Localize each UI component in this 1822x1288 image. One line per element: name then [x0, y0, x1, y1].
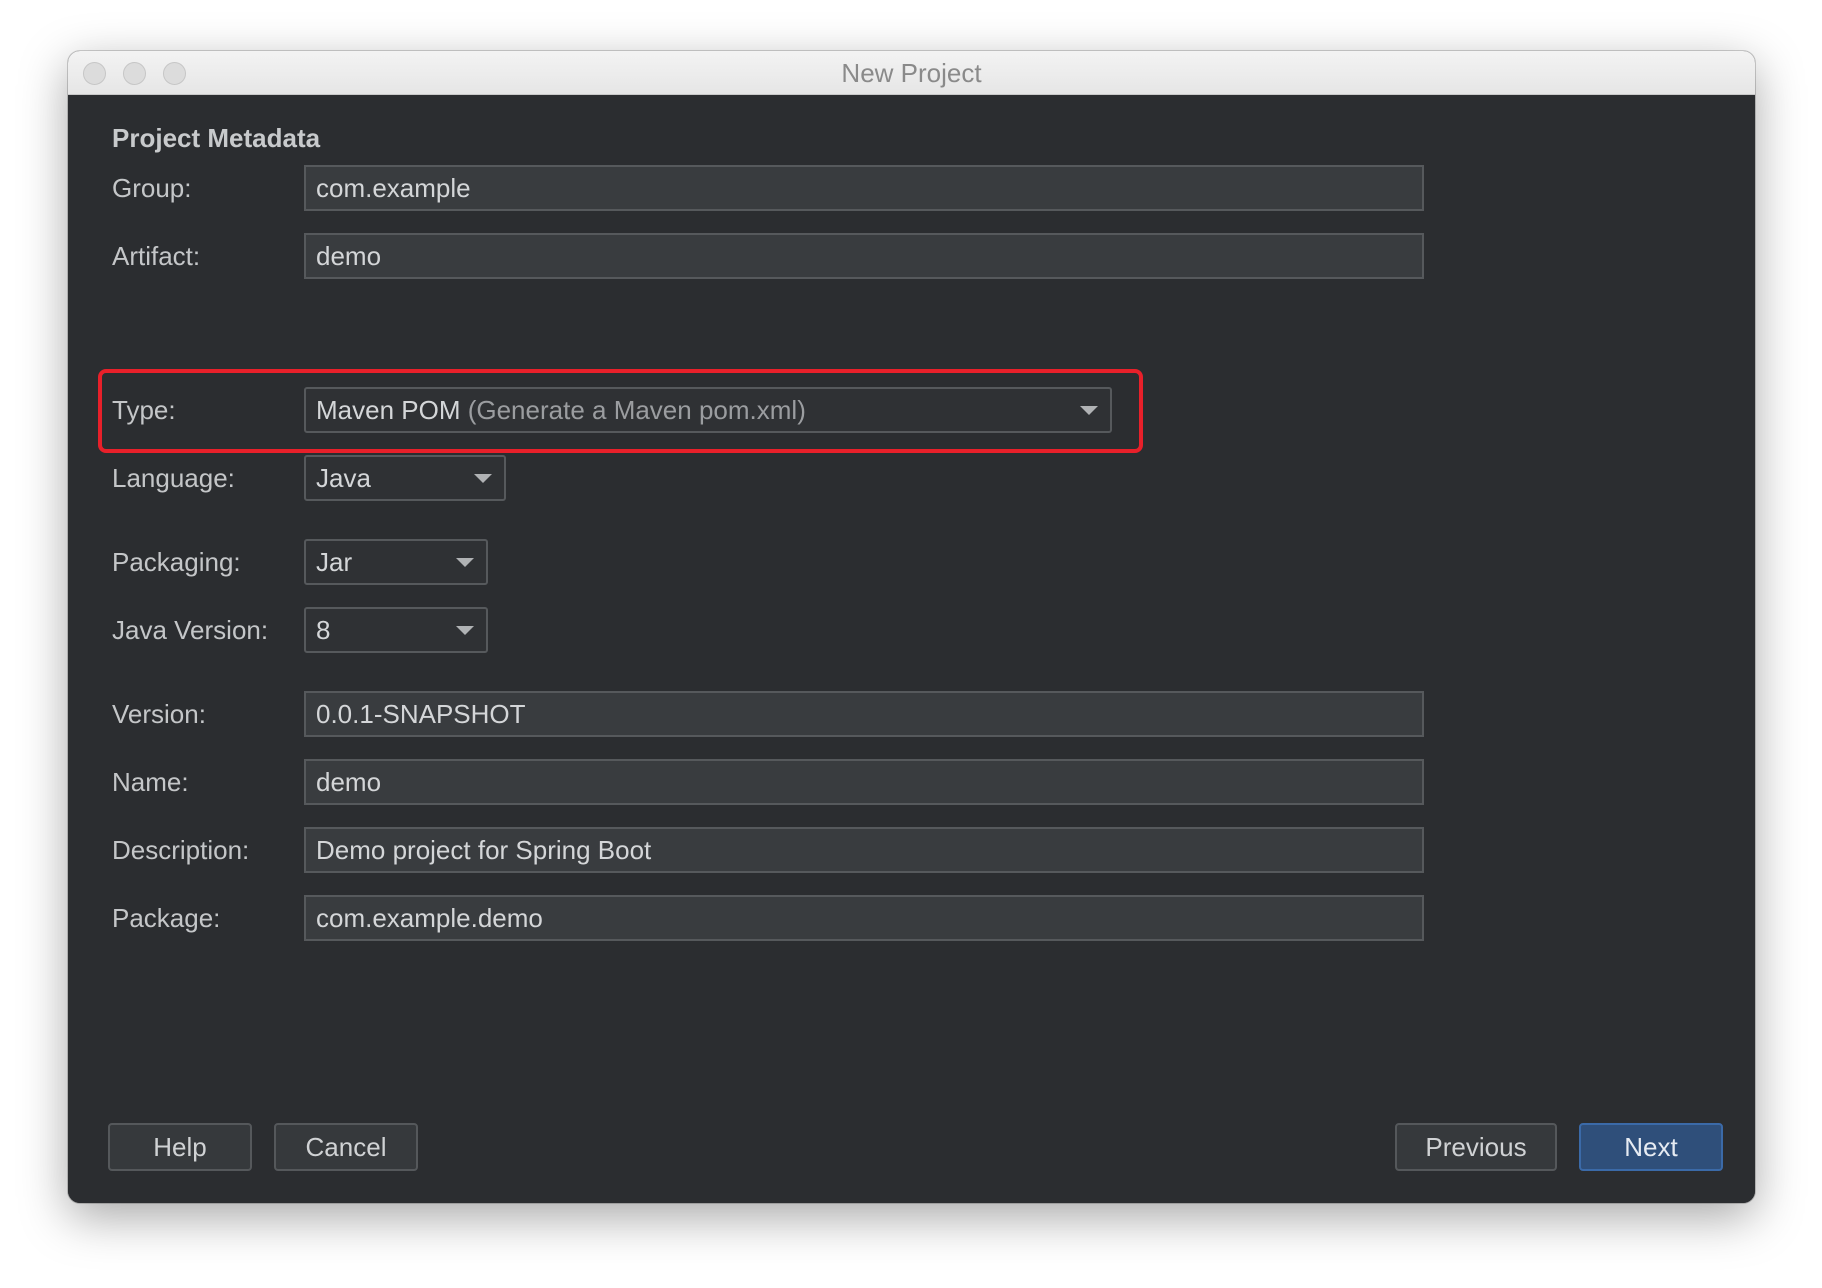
packaging-dropdown[interactable]: Jar	[304, 539, 488, 585]
version-field[interactable]: 0.0.1-SNAPSHOT	[304, 691, 1424, 737]
type-label: Type:	[112, 395, 176, 425]
language-dropdown[interactable]: Java	[304, 455, 506, 501]
type-dropdown[interactable]: Maven POM (Generate a Maven pom.xml)	[304, 387, 1112, 433]
group-field[interactable]: com.example	[304, 165, 1424, 211]
chevron-down-icon	[1080, 406, 1098, 415]
packaging-label: Packaging:	[112, 547, 241, 577]
java-version-dropdown[interactable]: 8	[304, 607, 488, 653]
description-label: Description:	[112, 835, 250, 865]
title-bar: New Project	[68, 51, 1755, 95]
section-title: Project Metadata	[112, 123, 321, 153]
next-button[interactable]: Next	[1579, 1123, 1723, 1171]
type-hint: (Generate a Maven pom.xml)	[467, 395, 806, 425]
chevron-down-icon	[474, 474, 492, 483]
window-title: New Project	[841, 58, 982, 88]
new-project-window: New Project Project Metadata Group: com.…	[68, 51, 1755, 1203]
cancel-button[interactable]: Cancel	[274, 1123, 418, 1171]
name-field[interactable]: demo	[304, 759, 1424, 805]
chevron-down-icon	[456, 558, 474, 567]
package-field[interactable]: com.example.demo	[304, 895, 1424, 941]
java-version-value: 8	[316, 615, 331, 645]
previous-button[interactable]: Previous	[1395, 1123, 1557, 1171]
version-label: Version:	[112, 699, 206, 729]
language-value: Java	[316, 463, 371, 493]
description-field[interactable]: Demo project for Spring Boot	[304, 827, 1424, 873]
dialog-content: Project Metadata Group: com.example Arti…	[68, 95, 1755, 1203]
language-label: Language:	[112, 463, 235, 493]
group-label: Group:	[112, 173, 192, 203]
name-label: Name:	[112, 767, 189, 797]
artifact-field[interactable]: demo	[304, 233, 1424, 279]
packaging-value: Jar	[316, 547, 353, 577]
package-label: Package:	[112, 903, 221, 933]
chevron-down-icon	[456, 626, 474, 635]
artifact-label: Artifact:	[112, 241, 201, 271]
help-button[interactable]: Help	[108, 1123, 252, 1171]
java-version-label: Java Version:	[112, 615, 269, 645]
type-value: Maven POM	[316, 395, 468, 425]
